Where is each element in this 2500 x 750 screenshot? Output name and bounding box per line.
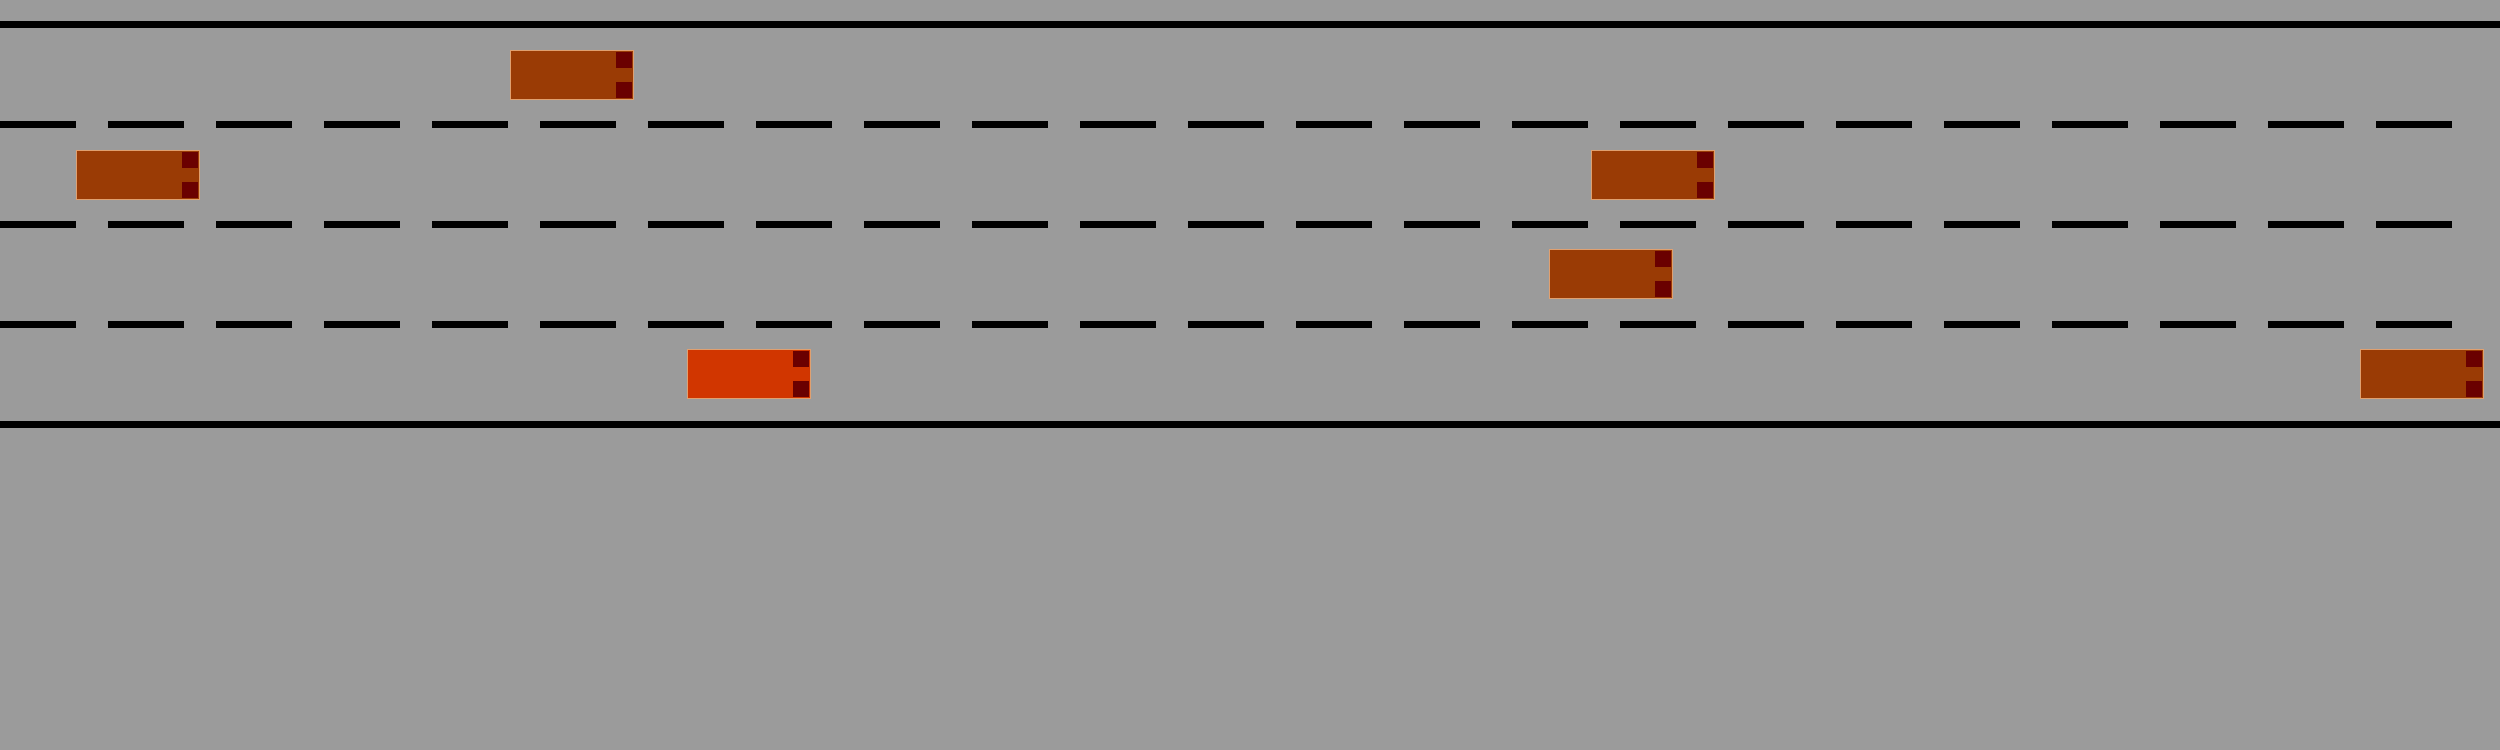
npc-vehicle <box>1549 249 1673 299</box>
tail-light <box>1655 251 1671 267</box>
ego-vehicle <box>687 349 811 399</box>
tail-light <box>793 381 809 397</box>
lane-divider-1 <box>0 121 2500 128</box>
tail-light <box>2466 381 2482 397</box>
lane-divider-3 <box>0 321 2500 328</box>
tail-light <box>182 152 198 168</box>
tail-light <box>616 82 632 98</box>
npc-vehicle <box>2360 349 2484 399</box>
tail-light <box>1697 152 1713 168</box>
road-edge-bottom <box>0 421 2500 428</box>
npc-vehicle <box>1591 150 1715 200</box>
tail-light <box>2466 351 2482 367</box>
tail-light <box>182 182 198 198</box>
lane-divider-2 <box>0 221 2500 228</box>
tail-light <box>793 351 809 367</box>
road-edge-top <box>0 21 2500 28</box>
tail-light <box>1655 281 1671 297</box>
highway-scene <box>0 0 2500 750</box>
npc-vehicle <box>76 150 200 200</box>
tail-light <box>1697 182 1713 198</box>
npc-vehicle <box>510 50 634 100</box>
tail-light <box>616 52 632 68</box>
